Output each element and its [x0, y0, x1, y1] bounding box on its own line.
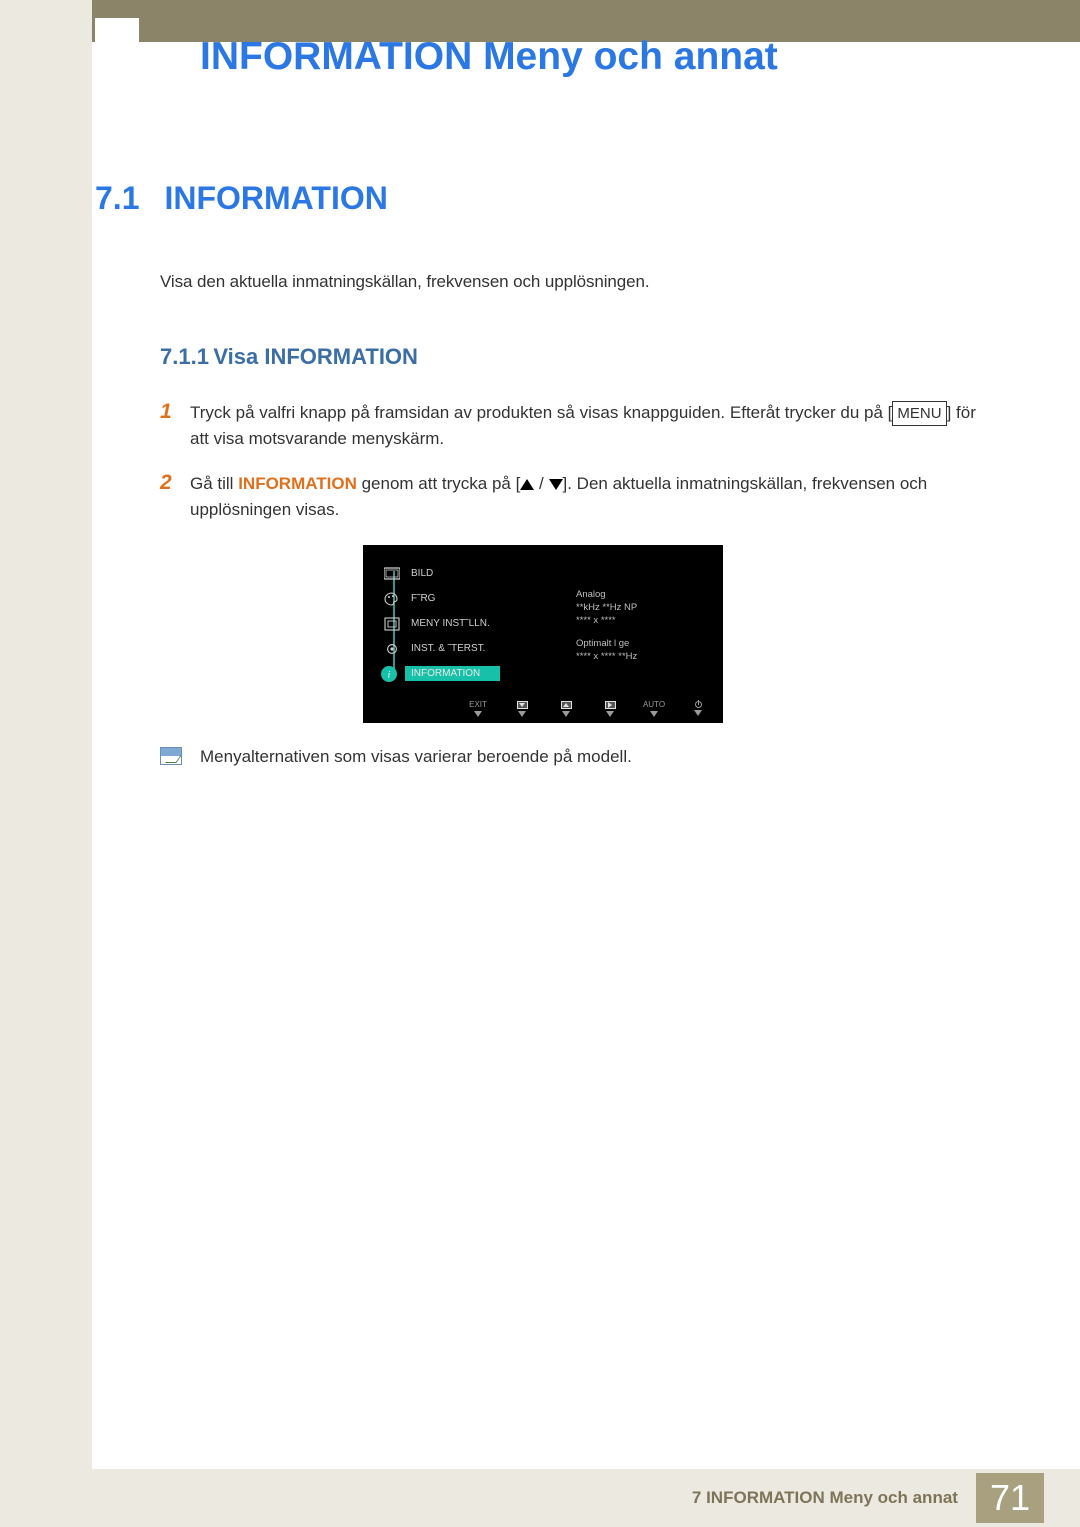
gear-icon	[381, 641, 403, 657]
chevron-down-icon	[562, 711, 570, 717]
osd-footer: EXIT AUTO	[381, 700, 713, 717]
chevron-down-icon	[474, 711, 482, 717]
osd-auto-button: AUTO	[643, 700, 665, 717]
side-strip	[0, 0, 92, 1527]
osd-up-button	[555, 701, 577, 717]
arrow-down-icon	[549, 479, 563, 490]
step-number: 2	[160, 471, 190, 524]
info-icon: i	[381, 666, 397, 682]
chevron-down-icon	[694, 710, 702, 716]
osd-down-button	[511, 701, 533, 717]
osd-label: F˜RG	[411, 593, 713, 604]
menu-settings-icon	[381, 616, 403, 632]
step-item: 2 Gå till INFORMATION genom att trycka p…	[160, 471, 995, 524]
section-title: INFORMATION	[164, 180, 387, 217]
palette-icon	[381, 591, 403, 607]
picture-icon	[381, 566, 403, 582]
note-icon	[160, 747, 182, 765]
subsection-number: 7.1.1	[160, 344, 209, 369]
chevron-down-icon	[606, 711, 614, 717]
osd-info-line: **** x **** **Hz	[576, 651, 637, 664]
osd-power-button	[687, 701, 709, 716]
osd-item-information: i INFORMATION	[381, 661, 713, 686]
svg-text:i: i	[388, 669, 391, 680]
osd-item-inst-aterst: INST. & ˜TERST.	[381, 636, 713, 661]
osd-info-line: **kHz **Hz NP	[576, 602, 637, 615]
chevron-down-icon	[650, 711, 658, 717]
subsection-title: Visa INFORMATION	[213, 344, 418, 369]
arrow-up-icon	[520, 479, 534, 490]
osd-enter-button	[599, 701, 621, 717]
menu-key-icon: MENU	[892, 401, 946, 426]
subsection-heading: 7.1.1 Visa INFORMATION	[160, 344, 995, 370]
step-text: Tryck på valfri knapp på framsidan av pr…	[190, 400, 995, 453]
intro-text: Visa den aktuella inmatningskällan, frek…	[160, 272, 995, 292]
osd-item-farg: F˜RG	[381, 586, 713, 611]
note: Menyalternativen som visas varierar bero…	[160, 747, 995, 767]
osd-label: BILD	[411, 568, 713, 579]
osd-label: INST. & ˜TERST.	[411, 643, 713, 654]
page-number: 71	[976, 1473, 1044, 1523]
osd-info-line: Optimalt l ge	[576, 638, 637, 651]
power-icon	[695, 701, 702, 708]
footer-text: 7 INFORMATION Meny och annat	[692, 1488, 958, 1508]
step-text: Gå till INFORMATION genom att trycka på …	[190, 471, 995, 524]
page-footer: 7 INFORMATION Meny och annat 71	[92, 1469, 1080, 1527]
osd-item-menyinstalln: MENY INST˜LLN.	[381, 611, 713, 636]
chapter-title: INFORMATION Meny och annat	[200, 35, 778, 79]
top-tab-block	[95, 18, 139, 44]
osd-info-line: **** x ****	[576, 615, 637, 628]
step-number: 1	[160, 400, 190, 453]
step-highlight: INFORMATION	[238, 474, 357, 493]
osd-screenshot: BILD F˜RG MENY INST˜LLN.	[363, 545, 995, 723]
chevron-down-icon	[518, 711, 526, 717]
osd-info-line: Analog	[576, 589, 637, 602]
section-number: 7.1	[95, 180, 160, 217]
steps-list: 1 Tryck på valfri knapp på framsidan av …	[160, 400, 995, 523]
content: 7.1 INFORMATION Visa den aktuella inmatn…	[95, 180, 995, 767]
osd-label: INFORMATION	[405, 666, 713, 681]
note-text: Menyalternativen som visas varierar bero…	[200, 747, 632, 767]
osd-item-bild: BILD	[381, 561, 713, 586]
step-item: 1 Tryck på valfri knapp på framsidan av …	[160, 400, 995, 453]
osd-info-panel: Analog **kHz **Hz NP **** x **** Optimal…	[576, 589, 637, 663]
osd-exit-button: EXIT	[467, 700, 489, 717]
section-heading: 7.1 INFORMATION	[95, 180, 995, 217]
osd-label: MENY INST˜LLN.	[411, 618, 713, 629]
